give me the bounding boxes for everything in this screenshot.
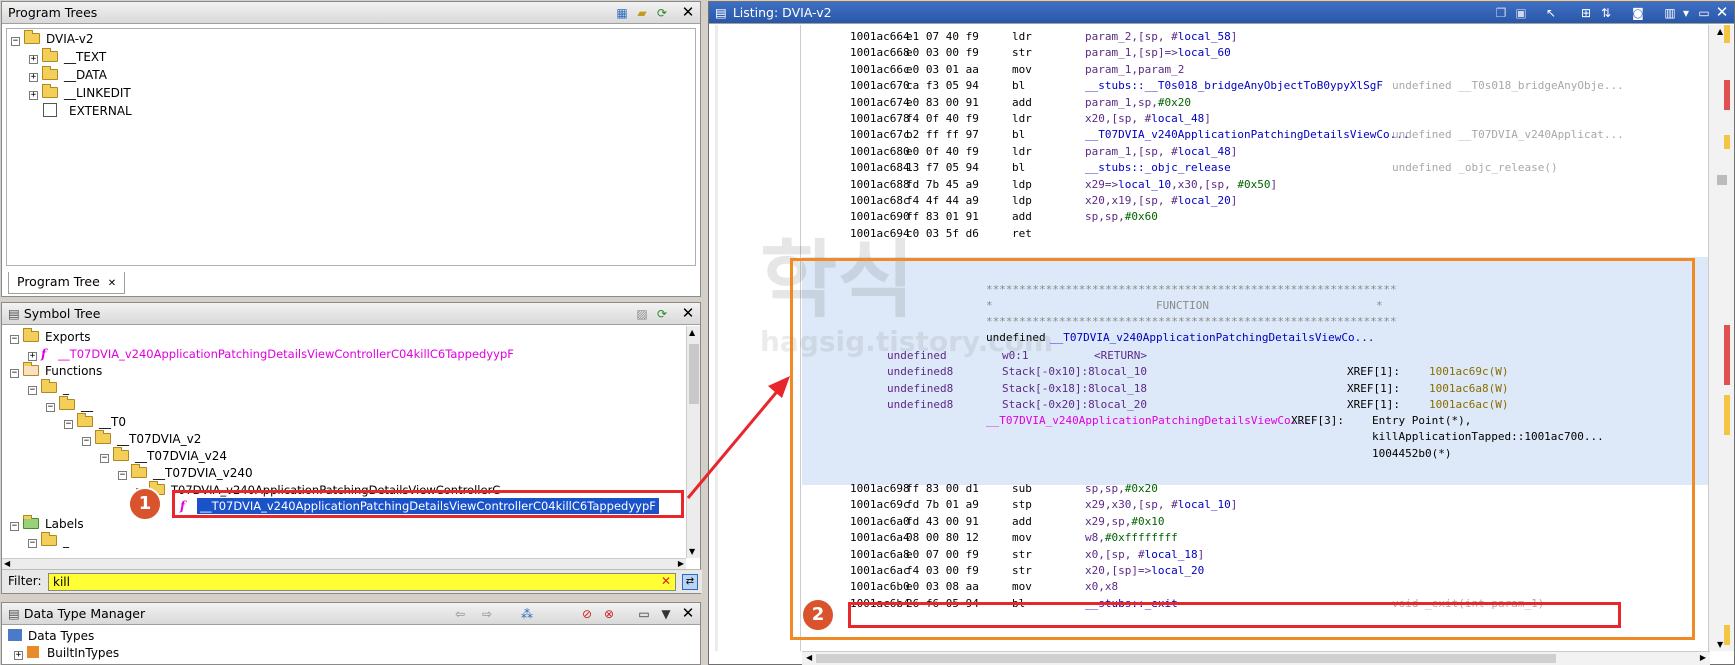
annotation-arrow — [686, 376, 790, 499]
